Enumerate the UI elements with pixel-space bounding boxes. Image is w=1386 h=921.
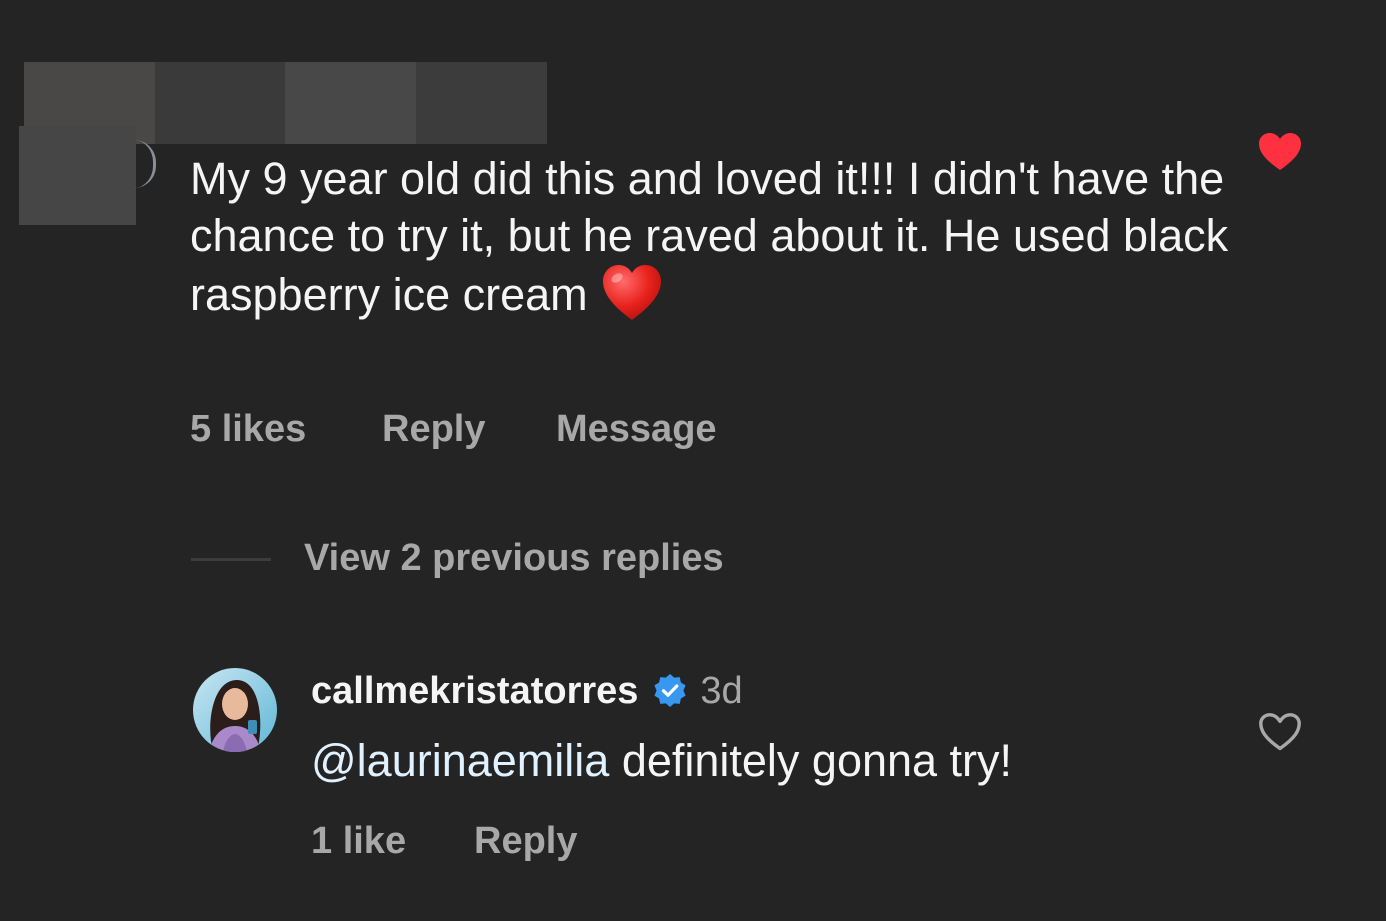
avatar-edge bbox=[134, 140, 156, 188]
comment-text: My 9 year old did this and loved it!!! I… bbox=[190, 150, 1230, 335]
reply-header: callmekristatorres 3d bbox=[311, 668, 743, 714]
reply-username[interactable]: callmekristatorres bbox=[311, 670, 638, 713]
redacted-block bbox=[285, 62, 416, 144]
comment-body: My 9 year old did this and loved it!!! I… bbox=[190, 153, 1229, 320]
redacted-block bbox=[155, 62, 285, 144]
avatar[interactable] bbox=[193, 668, 277, 752]
liked-heart-icon[interactable] bbox=[1258, 132, 1302, 177]
verified-badge-icon bbox=[652, 673, 688, 709]
reply-timestamp: 3d bbox=[700, 669, 743, 712]
reply-text: @laurinaemilia definitely gonna try! bbox=[311, 732, 1012, 789]
red-heart-emoji bbox=[602, 264, 662, 335]
reply-likes-count[interactable]: 1 like bbox=[311, 820, 406, 863]
like-heart-icon[interactable] bbox=[1258, 712, 1302, 757]
redacted-avatar bbox=[19, 126, 136, 225]
comment-reply-button[interactable]: Reply bbox=[382, 408, 485, 451]
reply-mention-link[interactable]: @laurinaemilia bbox=[311, 735, 609, 786]
redacted-block bbox=[416, 62, 547, 144]
reply-body: definitely gonna try! bbox=[609, 735, 1013, 786]
comment-message-button[interactable]: Message bbox=[556, 408, 717, 451]
reply-reply-button[interactable]: Reply bbox=[474, 820, 577, 863]
thread-divider bbox=[191, 558, 271, 561]
view-previous-replies-button[interactable]: View 2 previous replies bbox=[304, 537, 724, 580]
comment-likes-count[interactable]: 5 likes bbox=[190, 408, 306, 451]
